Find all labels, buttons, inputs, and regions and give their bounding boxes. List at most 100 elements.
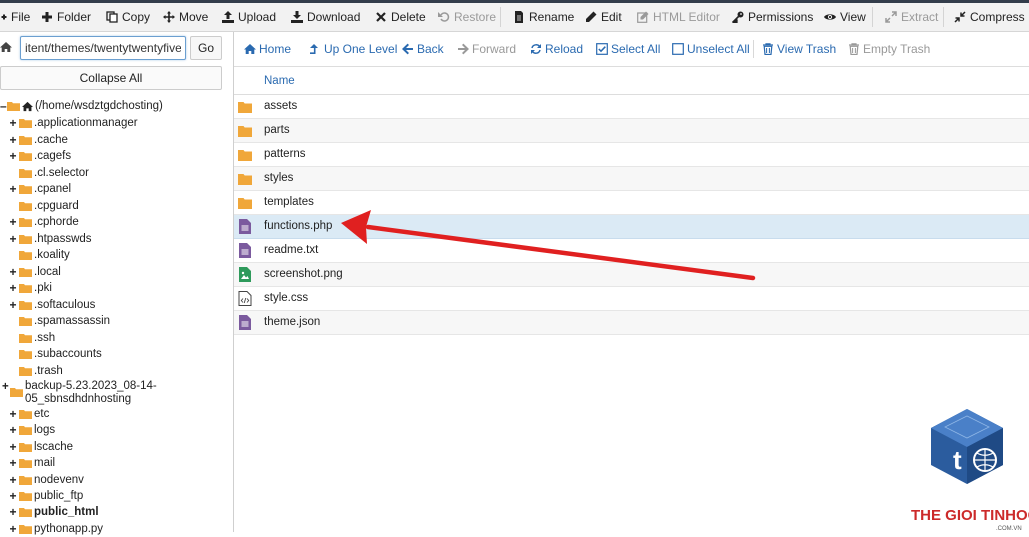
tree-item[interactable]: + pythonapp.py [8, 521, 103, 537]
expand-toggle[interactable]: + [8, 440, 18, 454]
forward-button[interactable]: Forward [457, 40, 516, 58]
upload-icon [222, 11, 234, 23]
tree-item-backup[interactable]: + backup-5.23.2023_08-14- 05_sbnsdhdnhos… [2, 380, 168, 406]
tree-item[interactable]: .koality [8, 247, 70, 263]
tree-item[interactable]: .trash [8, 363, 63, 379]
go-button[interactable]: Go [190, 36, 222, 60]
permissions-button[interactable]: Permissions [732, 6, 813, 28]
tree-item[interactable]: + mail [8, 455, 55, 471]
file-name[interactable]: assets [264, 100, 297, 112]
delete-button[interactable]: Delete [375, 6, 426, 28]
html-editor-button[interactable]: HTML Editor [637, 6, 720, 28]
tree-item[interactable]: + .cache [8, 132, 67, 148]
rename-button[interactable]: Rename [513, 6, 574, 28]
table-row[interactable]: patterns [234, 143, 1029, 167]
file-name[interactable]: readme.txt [264, 244, 318, 256]
expand-toggle[interactable]: + [8, 489, 18, 503]
folder-icon [19, 218, 32, 227]
expand-toggle[interactable]: + [8, 298, 18, 312]
empty-trash-button[interactable]: Empty Trash [848, 40, 930, 58]
unselect-all-button[interactable]: Unselect All [672, 40, 750, 58]
table-row[interactable]: assets [234, 95, 1029, 119]
folder-icon [19, 284, 32, 293]
table-row[interactable]: style.css [234, 287, 1029, 311]
tree-item[interactable]: + logs [8, 422, 55, 438]
restore-button[interactable]: Restore [438, 6, 496, 28]
collapse-toggle[interactable]: – [0, 99, 7, 113]
expand-toggle[interactable]: + [8, 116, 18, 130]
file-name[interactable]: screenshot.png [264, 268, 343, 280]
tree-item[interactable]: .subaccounts [8, 346, 102, 362]
expand-toggle[interactable]: + [8, 505, 18, 519]
download-button[interactable]: Download [291, 6, 360, 28]
tree-item[interactable]: + etc [8, 406, 49, 422]
home-icon[interactable] [0, 41, 12, 53]
directory-tree-pane: Go Collapse All – (/home/wsdztgdchosting… [0, 32, 234, 536]
tree-root[interactable]: – (/home/wsdztgdchosting) [0, 98, 163, 114]
extract-button[interactable]: Extract [885, 6, 938, 28]
tree-item[interactable]: + .cpanel [8, 181, 71, 197]
expand-toggle[interactable]: + [2, 381, 9, 394]
tree-item[interactable]: + .softaculous [8, 297, 95, 313]
table-row[interactable]: parts [234, 119, 1029, 143]
file-name[interactable]: styles [264, 172, 293, 184]
tree-item[interactable]: .ssh [8, 330, 55, 346]
view-button[interactable]: View [824, 6, 866, 28]
back-button[interactable]: Back [402, 40, 444, 58]
expand-toggle[interactable]: + [8, 149, 18, 163]
tree-item[interactable]: + .pki [8, 280, 51, 296]
home-button[interactable]: Home [244, 40, 291, 58]
table-row-selected[interactable]: functions.php [234, 215, 1029, 239]
expand-toggle[interactable]: + [8, 423, 18, 437]
file-name[interactable]: functions.php [264, 220, 332, 232]
expand-toggle[interactable]: + [8, 473, 18, 487]
tree-item[interactable]: .spamassassin [8, 313, 110, 329]
expand-toggle[interactable]: + [8, 133, 18, 147]
file-name[interactable]: parts [264, 124, 290, 136]
table-row[interactable]: templates [234, 191, 1029, 215]
file-name[interactable]: templates [264, 196, 314, 208]
table-row[interactable]: theme.json [234, 311, 1029, 335]
tree-item[interactable]: + .cagefs [8, 148, 71, 164]
tree-item[interactable]: + lscache [8, 439, 73, 455]
compress-button[interactable]: Compress [954, 6, 1025, 28]
expand-toggle[interactable]: + [8, 182, 18, 196]
expand-toggle[interactable]: + [8, 456, 18, 470]
pencil-square-icon [637, 11, 649, 23]
expand-toggle[interactable]: + [8, 522, 18, 536]
file-button[interactable]: File [1, 6, 30, 28]
table-row[interactable]: readme.txt [234, 239, 1029, 263]
path-input[interactable] [20, 36, 186, 60]
tree-item[interactable]: + .htpasswds [8, 231, 91, 247]
folder-button[interactable]: Folder [41, 6, 91, 28]
move-button[interactable]: Move [163, 6, 208, 28]
expand-toggle[interactable]: + [8, 215, 18, 229]
expand-toggle[interactable]: + [8, 407, 18, 421]
edit-button[interactable]: Edit [585, 6, 622, 28]
table-row[interactable]: styles [234, 167, 1029, 191]
expand-toggle[interactable]: + [8, 281, 18, 295]
tree-item[interactable]: + public_ftp [8, 488, 83, 504]
collapse-all-button[interactable]: Collapse All [0, 66, 222, 90]
tree-item[interactable]: + public_html [8, 504, 98, 520]
reload-button[interactable]: Reload [530, 40, 583, 58]
expand-toggle[interactable]: + [8, 265, 18, 279]
tree-item[interactable]: + .applicationmanager [8, 115, 137, 131]
file-name[interactable]: patterns [264, 148, 306, 160]
file-name[interactable]: style.css [264, 292, 308, 304]
file-name[interactable]: theme.json [264, 316, 320, 328]
tree-item[interactable]: + .local [8, 264, 60, 280]
column-header-name[interactable]: Name [264, 75, 295, 87]
copy-button[interactable]: Copy [106, 6, 150, 28]
tree-item[interactable]: .cl.selector [8, 165, 89, 181]
view-trash-button[interactable]: View Trash [762, 40, 836, 58]
tree-item[interactable]: + nodevenv [8, 472, 83, 488]
tree-item[interactable]: + .cphorde [8, 214, 78, 230]
select-all-button[interactable]: Select All [596, 40, 660, 58]
expand-toggle[interactable]: + [8, 232, 18, 246]
up-one-level-button[interactable]: Up One Level [309, 40, 397, 58]
tree-item[interactable]: .cpguard [8, 198, 79, 214]
table-row[interactable]: screenshot.png [234, 263, 1029, 287]
upload-button[interactable]: Upload [222, 6, 276, 28]
image-file-icon [238, 267, 252, 282]
